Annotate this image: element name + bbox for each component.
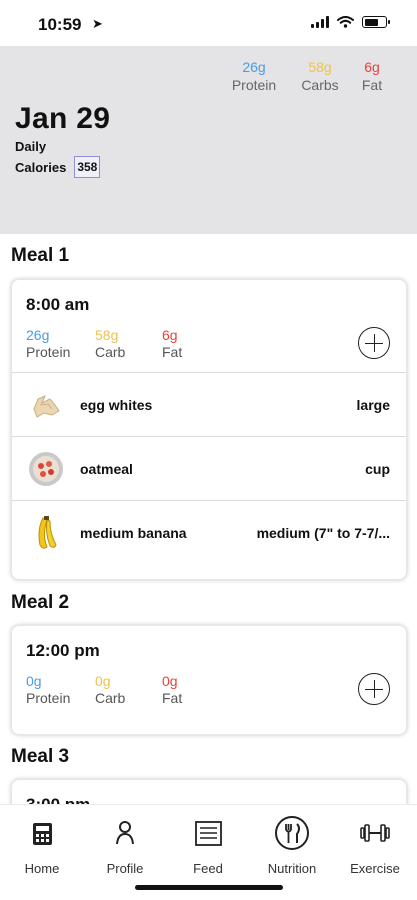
- meal-fat: 0g Fat: [162, 673, 182, 707]
- meal-time: 8:00 am: [26, 295, 90, 314]
- tab-nutrition[interactable]: Nutrition: [252, 815, 332, 876]
- calculator-icon: [33, 823, 52, 845]
- meal-protein: 0g Protein: [26, 673, 70, 707]
- daily-summary-header: 26g Protein 58g Carbs 6g Fat Jan 29 Dail…: [0, 46, 417, 234]
- meal-card: 8:00 am 26g Protein 58g Carb 6g Fat egg …: [11, 279, 407, 580]
- fork-knife-icon: [275, 816, 309, 850]
- meal-carb: 0g Carb: [95, 673, 125, 707]
- meal-carb-value: 58g: [95, 327, 119, 343]
- daily-label: Daily: [15, 139, 47, 154]
- meal-protein: 26g Protein: [26, 327, 70, 361]
- food-item[interactable]: oatmeal cup: [12, 436, 406, 500]
- calories-label: Calories: [15, 159, 67, 175]
- status-time: 10:59: [38, 15, 82, 34]
- header-carbs-value: 58g: [308, 59, 332, 75]
- egg-whites-icon: [33, 395, 60, 418]
- meal-time: 3:00 pm: [26, 795, 90, 804]
- food-serving-size: medium (7" to 7-7/...: [256, 525, 390, 541]
- person-icon: [116, 821, 134, 845]
- header-carbs: 58g Carbs: [298, 58, 342, 94]
- food-serving-size: large: [356, 397, 390, 413]
- meal-fat: 6g Fat: [162, 327, 182, 361]
- status-icons: [311, 16, 390, 28]
- meal-carb-label: Carb: [95, 690, 126, 706]
- header-fat-label: Fat: [361, 77, 383, 93]
- food-item[interactable]: egg whites large: [12, 372, 406, 436]
- meal-time: 12:00 pm: [26, 641, 100, 660]
- meal-carb-value: 0g: [95, 673, 111, 689]
- meal-fat-label: Fat: [162, 344, 183, 360]
- dumbbell-icon: [360, 824, 390, 842]
- meal-carb-label: Carb: [95, 344, 126, 360]
- meals-list[interactable]: Meal 1 8:00 am 26g Protein 58g Carb 6g F…: [0, 234, 417, 804]
- calories-row: Calories 358: [15, 156, 101, 178]
- meal-title: Meal 2: [11, 592, 70, 613]
- meal-protein-label: Protein: [26, 344, 71, 360]
- meal-protein-value: 0g: [26, 673, 42, 689]
- status-bar: 10:59 ➤: [0, 0, 417, 46]
- meal-fat-label: Fat: [162, 690, 183, 706]
- meal-card-header: 12:00 pm 0g Protein 0g Carb 0g Fat: [12, 626, 406, 718]
- wifi-icon: [337, 16, 354, 28]
- tab-exercise[interactable]: Exercise: [335, 815, 415, 876]
- home-indicator[interactable]: [135, 885, 283, 890]
- banana-icon: [38, 516, 57, 549]
- tab-label: Feed: [193, 861, 223, 876]
- header-carbs-label: Carbs: [301, 77, 339, 93]
- food-serving-size: cup: [365, 461, 390, 477]
- header-fat-value: 6g: [364, 59, 380, 75]
- header-fat: 6g Fat: [358, 58, 386, 94]
- tab-profile[interactable]: Profile: [85, 815, 165, 876]
- food-item[interactable]: medium banana medium (7" to 7-7/...: [12, 500, 406, 564]
- food-name: egg whites: [80, 397, 153, 413]
- tab-label: Home: [24, 861, 60, 876]
- meal-carb: 58g Carb: [95, 327, 125, 361]
- tab-label: Exercise: [350, 861, 400, 876]
- tab-home[interactable]: Home: [2, 815, 82, 876]
- meal-fat-value: 6g: [162, 327, 178, 343]
- list-icon: [195, 821, 222, 846]
- meal-protein-label: Protein: [26, 690, 71, 706]
- meal-card-header: 3:00 pm: [12, 780, 406, 804]
- header-protein-label: Protein: [231, 77, 277, 93]
- add-food-button[interactable]: [358, 673, 390, 705]
- page-title-date: Jan 29: [15, 102, 111, 135]
- meal-card: 12:00 pm 0g Protein 0g Carb 0g Fat: [11, 625, 407, 735]
- meal-card: 3:00 pm: [11, 779, 407, 804]
- meal-fat-value: 0g: [162, 673, 178, 689]
- tab-label: Nutrition: [267, 861, 317, 876]
- header-protein-value: 26g: [242, 59, 266, 75]
- food-name: oatmeal: [80, 461, 133, 477]
- oatmeal-icon: [29, 452, 63, 486]
- battery-icon: [362, 16, 390, 28]
- food-name: medium banana: [80, 525, 187, 541]
- add-food-button[interactable]: [358, 327, 390, 359]
- location-arrow-icon: ➤: [92, 16, 103, 31]
- calories-input[interactable]: 358: [74, 156, 101, 178]
- meal-title: Meal 1: [11, 245, 70, 266]
- tab-feed[interactable]: Feed: [168, 815, 248, 876]
- meal-title: Meal 3: [11, 746, 70, 767]
- tab-label: Profile: [106, 861, 144, 876]
- header-protein: 26g Protein: [228, 58, 280, 94]
- meal-card-header: 8:00 am 26g Protein 58g Carb 6g Fat: [12, 280, 406, 372]
- cellular-signal-icon: [311, 16, 329, 28]
- meal-protein-value: 26g: [26, 327, 50, 343]
